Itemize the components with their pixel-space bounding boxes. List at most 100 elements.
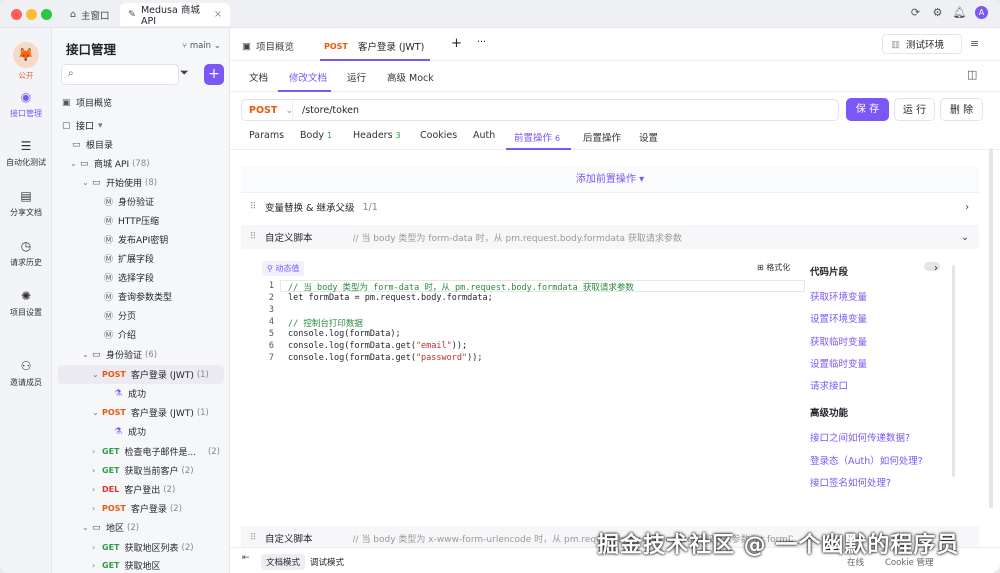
rail-item-invite[interactable]: ⚇ 邀请成员 [0, 359, 52, 388]
snippet-link[interactable]: 设置临时变量 [810, 356, 867, 370]
tab-edit-docs[interactable]: 修改文档 [289, 70, 327, 84]
add-button[interactable]: + [204, 64, 224, 85]
split-view-icon[interactable]: ◫ [967, 68, 977, 81]
rail-item-history[interactable]: ◷ 请求历史 [0, 239, 52, 268]
new-tab-button[interactable]: + [451, 36, 462, 51]
gear-icon[interactable]: ⚙ [931, 6, 944, 19]
delete-button[interactable]: 删 除 [940, 98, 983, 121]
settings-icon: ✺ [20, 289, 32, 303]
scrollbar[interactable] [952, 265, 955, 477]
processor-var-replace[interactable]: ⠿ 变量替换 & 继承父级 1/1 › [241, 195, 979, 219]
snippet-link[interactable]: 请求接口 [810, 378, 848, 392]
environment-select[interactable]: ▥ 测试环境 [882, 34, 962, 54]
processor-custom-script-1[interactable]: ⠿ 自定义脚本 // 当 body 类型为 form-data 时，从 pm.r… [241, 225, 979, 249]
rail-item-settings[interactable]: ✺ 项目设置 [0, 289, 52, 318]
help-link[interactable]: 登录态（Auth）如何处理? [810, 453, 923, 467]
filter-icon[interactable]: ⏷ [180, 66, 189, 80]
tree-folder-shop-api[interactable]: ⌄ ▭ 商城 API (78) [70, 154, 246, 173]
tree-api-login-jwt-1[interactable]: ⌄ POST 客户登录 (JWT) (1) [58, 365, 224, 384]
tab-login-jwt[interactable]: POST 客户登录 (JWT) [324, 39, 424, 54]
tab-auth[interactable]: Auth [473, 130, 495, 141]
snippet-link[interactable]: 获取环境变量 [810, 289, 867, 303]
project-avatar[interactable]: 🦊 [13, 42, 39, 68]
main-scrollbar[interactable] [989, 148, 993, 508]
tab-params[interactable]: Params [249, 130, 284, 141]
url-input[interactable]: /store/token [293, 105, 359, 116]
tab-post-actions[interactable]: 后置操作 [583, 130, 621, 144]
tab-pre-actions[interactable]: 前置操作 6 [514, 130, 560, 144]
chevron-right-icon: › [92, 561, 96, 570]
public-badge: 公开 [18, 71, 34, 80]
branch-selector[interactable]: ⑂ main ⌄ [182, 41, 221, 51]
drag-handle-icon[interactable]: ⠿ [241, 533, 265, 543]
method-select[interactable]: POST ⌄ [242, 100, 293, 120]
tree-item-root-dir[interactable]: ▭ 根目录 [72, 135, 248, 154]
save-button[interactable]: 保 存 [846, 98, 889, 121]
overview-icon: ▣ [62, 97, 71, 108]
snippet-link[interactable]: 设置环境变量 [810, 311, 867, 325]
drag-handle-icon[interactable]: ⠿ [241, 232, 265, 242]
zoom-window-button[interactable] [41, 9, 52, 20]
chevron-down-icon: ⌄ [70, 159, 77, 168]
tab-project[interactable]: ✎ Medusa 商城 API × [120, 3, 230, 27]
tab-cookies[interactable]: Cookies [420, 130, 457, 141]
tab-overview[interactable]: ▣ 项目概览 [242, 39, 294, 54]
tab-settings[interactable]: 设置 [639, 130, 658, 144]
branch-icon: ⑂ [182, 41, 190, 51]
folder-icon: ▭ [92, 349, 101, 360]
tab-body[interactable]: Body 1 [300, 130, 332, 141]
code-line: console.log(formData); [288, 329, 401, 339]
close-window-button[interactable] [11, 9, 22, 20]
chevron-down-icon: ⌄ [92, 370, 99, 379]
rail-item-api-management[interactable]: ◉ 接口管理 [0, 90, 52, 119]
chevron-down-icon[interactable]: ⌄ [961, 232, 969, 243]
tree-item-overview[interactable]: ▣ 项目概览 [62, 93, 238, 112]
main-panel: ▣ 项目概览 POST 客户登录 (JWT) + ··· ▥ 测试环境 ≡ 文档 修改… [230, 28, 1000, 573]
title-bar: ⌂ 主窗口 ✎ Medusa 商城 API × ⟳ ⚙ 🔔︎ A [0, 0, 1000, 28]
script-editor[interactable]: ⚲ 动态值 ⊞ 格式化 1// 当 body 类型为 form-data 时，从… [252, 255, 805, 511]
avatar[interactable]: A [975, 6, 988, 19]
collapse-sidebar-icon[interactable]: ⇤ [242, 553, 250, 563]
code-line: // 控制台打印数据 [288, 319, 363, 329]
snippets-title: 代码片段 [810, 267, 849, 278]
menu-icon[interactable]: ≡ [970, 37, 979, 50]
add-user-icon: ⚇ [20, 359, 32, 373]
chevron-right-icon: › [92, 466, 96, 475]
doc-mode-button[interactable]: 文档模式 [261, 554, 306, 570]
format-button[interactable]: ⊞ 格式化 [757, 262, 790, 273]
code-line: // 当 body 类型为 form-data 时，从 pm.request.b… [288, 283, 634, 293]
search-input[interactable]: ⌕ [61, 64, 179, 85]
debug-mode-button[interactable]: 调试模式 [305, 554, 349, 570]
sync-icon[interactable]: ⟳ [909, 6, 922, 19]
rail-item-auto-test[interactable]: ☰ 自动化测试 [0, 139, 52, 168]
tab-docs[interactable]: 文档 [249, 70, 268, 84]
document-tabs: ▣ 项目概览 POST 客户登录 (JWT) + ··· ▥ 测试环境 ≡ [230, 28, 1000, 61]
chevron-right-icon[interactable]: › [965, 202, 969, 213]
run-button[interactable]: 运 行 [894, 98, 935, 121]
drag-handle-icon[interactable]: ⠿ [241, 202, 265, 212]
tab-run[interactable]: 运行 [347, 70, 366, 84]
more-tabs-button[interactable]: ··· [477, 37, 486, 48]
code-line: console.log(formData.get("email")); [288, 341, 468, 351]
tab-headers[interactable]: Headers 3 [353, 130, 401, 141]
tab-advanced-mock[interactable]: 高级 Mock [387, 70, 434, 84]
markdown-icon: Ⓜ [104, 331, 114, 341]
snippets-panel: 代码片段 › 获取环境变量 设置环境变量 获取临时变量 设置临时变量 请求接口 … [810, 259, 948, 511]
chevron-right-icon: › [92, 543, 96, 552]
advanced-title: 高级功能 [810, 408, 849, 419]
chevron-right-icon[interactable]: › [934, 263, 938, 274]
help-link[interactable]: 接口签名如何处理? [810, 475, 891, 489]
tree-item-api[interactable]: ▢ 接口 ▾ [62, 116, 238, 135]
add-pre-action-button[interactable]: 添加前置操作 ▾ [241, 166, 979, 193]
snippet-link[interactable]: 获取临时变量 [810, 334, 867, 348]
minimize-window-button[interactable] [26, 9, 37, 20]
book-icon: ▤ [20, 189, 32, 203]
folder-icon: ▭ [92, 522, 101, 533]
close-tab-icon[interactable]: × [214, 9, 222, 20]
rail-item-share-docs[interactable]: ▤ 分享文档 [0, 189, 52, 218]
bell-icon[interactable]: 🔔︎ [953, 6, 967, 19]
tab-home[interactable]: ⌂ 主窗口 [62, 5, 118, 24]
folder-icon: ▭ [72, 139, 81, 150]
dynamic-value-button[interactable]: ⚲ 动态值 [262, 261, 305, 276]
help-link[interactable]: 接口之间如何传递数据? [810, 430, 910, 444]
